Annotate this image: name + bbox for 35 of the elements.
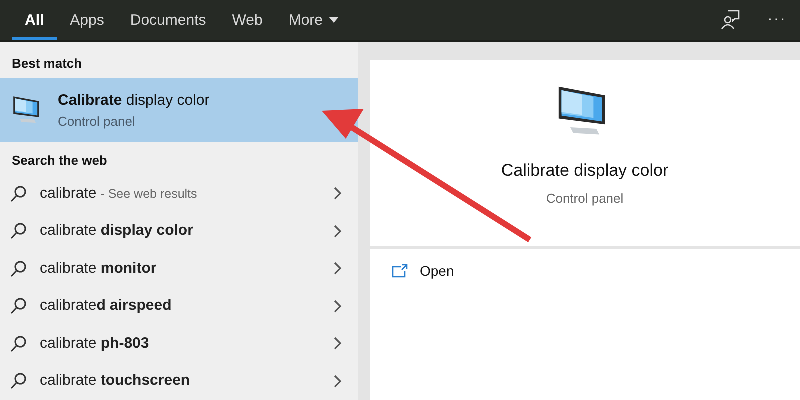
preview-subtitle: Control panel bbox=[546, 191, 624, 206]
tab[interactable]: Documents bbox=[117, 0, 220, 40]
chevron-icon[interactable] bbox=[334, 300, 342, 313]
tab[interactable]: Apps bbox=[57, 0, 118, 40]
suggestion-hint: - See web results bbox=[100, 186, 198, 201]
chevron-icon[interactable] bbox=[334, 224, 342, 238]
chevron-icon[interactable] bbox=[334, 187, 342, 200]
chevron-icon[interactable] bbox=[334, 262, 342, 276]
suggestion-text[interactable]: calibrate touchscreen bbox=[40, 372, 190, 390]
chevron-icon[interactable] bbox=[334, 337, 342, 350]
suggestion-text[interactable]: calibrated airspeed bbox=[40, 297, 172, 314]
open-button[interactable]: Open bbox=[392, 263, 454, 279]
chevron-icon[interactable] bbox=[334, 374, 342, 388]
section-heading: Best match bbox=[11, 55, 84, 73]
search-icon bbox=[10, 184, 28, 203]
suggestion-text[interactable]: calibrate ph-803 bbox=[40, 334, 150, 352]
preview-title: Calibrate display color bbox=[501, 161, 669, 182]
more-button[interactable]: ··· bbox=[754, 0, 800, 40]
search-icon bbox=[10, 260, 28, 278]
search-icon bbox=[10, 334, 28, 353]
search-icon bbox=[10, 297, 28, 316]
suggestion-text[interactable]: calibrate monitor bbox=[40, 260, 157, 277]
caret-icon bbox=[329, 17, 340, 23]
search-icon bbox=[10, 372, 28, 390]
tab[interactable]: Web bbox=[219, 0, 276, 40]
result-subtitle: Control panel bbox=[58, 114, 136, 128]
tab[interactable]: More bbox=[276, 0, 352, 40]
search-icon bbox=[10, 222, 28, 240]
section-heading: Search the web bbox=[11, 152, 108, 170]
suggestion-text[interactable]: calibrate display color bbox=[40, 222, 194, 240]
open-window-icon bbox=[392, 264, 408, 278]
best-match-item[interactable]: Calibrate display color Control panel bbox=[0, 78, 358, 142]
suggestion-text[interactable]: calibrate bbox=[40, 184, 97, 202]
result-title: Calibrate display color bbox=[58, 92, 210, 108]
person-speech-icon bbox=[721, 10, 741, 30]
